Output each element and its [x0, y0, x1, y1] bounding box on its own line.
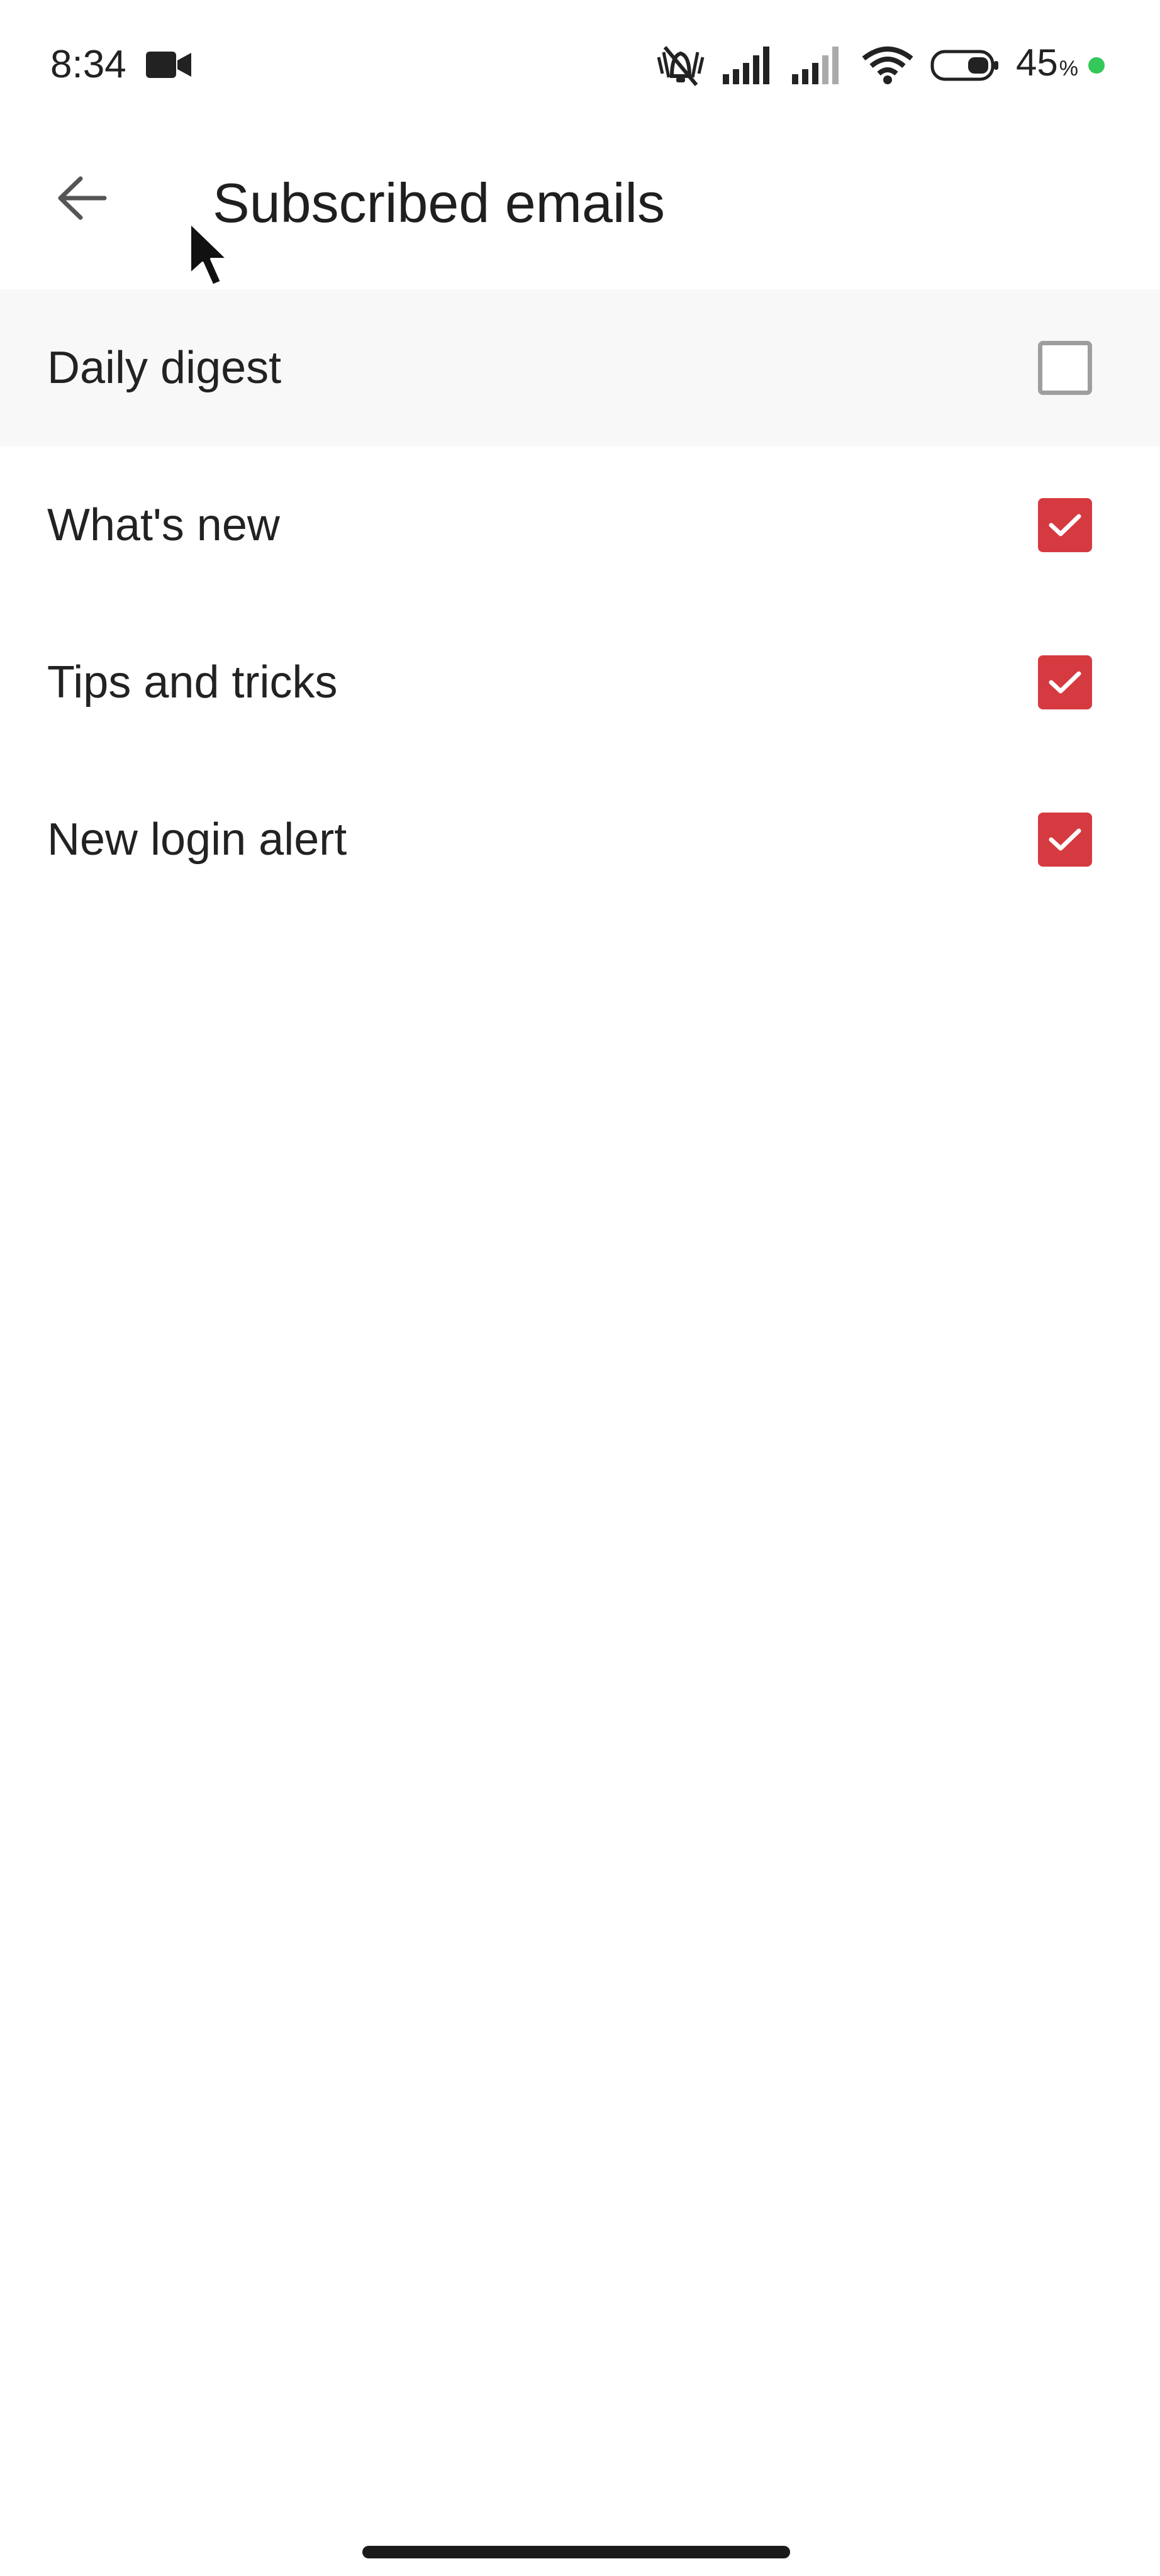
subscription-list: Daily digest What's new Tips and tricks … — [0, 289, 1160, 918]
list-item-label: Tips and tricks — [47, 657, 338, 708]
status-bar: 8:34 45 % — [0, 0, 1160, 132]
list-item-new-login-alert[interactable]: New login alert — [0, 761, 1160, 918]
charging-dot — [1088, 57, 1105, 74]
checkmark-icon — [1049, 671, 1081, 694]
battery-percent: 45% — [1016, 41, 1078, 87]
whats-new-checkbox[interactable] — [1038, 498, 1092, 552]
status-time: 8:34 — [50, 43, 126, 86]
header: Subscribed emails — [0, 132, 1160, 289]
back-button[interactable] — [44, 160, 120, 236]
list-item-daily-digest[interactable]: Daily digest — [0, 289, 1160, 447]
list-item-whats-new[interactable]: What's new — [0, 447, 1160, 604]
checkmark-icon — [1049, 828, 1081, 851]
mouse-cursor-icon — [189, 221, 229, 287]
arrow-left-icon — [58, 176, 107, 220]
home-indicator[interactable] — [362, 2546, 790, 2558]
battery-percent-value: 45 — [1016, 41, 1058, 84]
list-item-tips-and-tricks[interactable]: Tips and tricks — [0, 604, 1160, 761]
signal-icon — [792, 47, 839, 84]
mute-vibrate-icon — [657, 46, 705, 86]
list-item-label: New login alert — [47, 814, 347, 865]
battery-percent-sign: % — [1059, 56, 1078, 80]
wifi-icon — [862, 47, 913, 84]
new-login-alert-checkbox[interactable] — [1038, 813, 1092, 867]
status-icons: 45% — [655, 42, 1105, 89]
tips-and-tricks-checkbox[interactable] — [1038, 655, 1092, 709]
video-camera-icon — [146, 52, 191, 78]
list-item-label: Daily digest — [47, 343, 282, 393]
list-item-label: What's new — [47, 500, 280, 550]
daily-digest-checkbox[interactable] — [1038, 341, 1092, 395]
page-title: Subscribed emails — [213, 172, 665, 234]
signal-icon — [723, 47, 770, 84]
checkmark-icon — [1049, 514, 1081, 536]
battery-icon — [930, 50, 999, 81]
